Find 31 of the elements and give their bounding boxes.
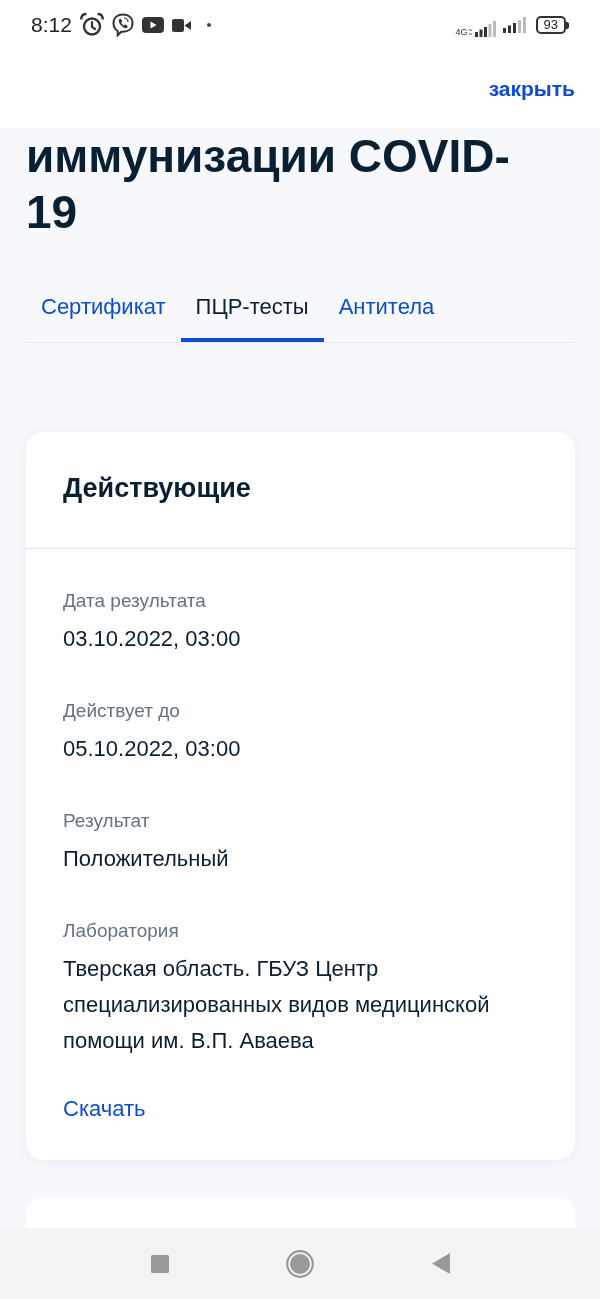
alarm-clock-icon [79, 13, 104, 37]
notification-dot-icon [206, 23, 211, 27]
field-value: Положительный [63, 845, 230, 873]
field-label: Результат [63, 809, 151, 833]
field-value: 03.10.2022, 03:00 [63, 625, 242, 653]
battery-indicator: 93 [535, 16, 569, 34]
field-label: Дата результата [63, 589, 207, 613]
card-title: Действующие [63, 472, 252, 505]
status-time: 8:12 [31, 13, 72, 37]
page-title: иммунизации COVID-19 [26, 129, 511, 240]
square-icon [150, 1254, 169, 1273]
recent-apps-button[interactable] [150, 1254, 169, 1273]
field-value: Тверская область. ГБУЗ Центр специализированных видов медицинской помощи им. В.П. Аваева [63, 955, 491, 1055]
field-label: Лаборатория [63, 919, 180, 943]
field-label: Действует до [63, 699, 181, 723]
phone-bubble-icon [111, 13, 134, 37]
network-type-label: 4G [455, 27, 468, 37]
tab[interactable]: Антитела [323, 280, 450, 342]
tab[interactable]: ПЦР-тесты [180, 280, 324, 342]
triangle-icon [431, 1253, 450, 1274]
home-button[interactable] [285, 1249, 314, 1278]
signal-bars-icon [467, 20, 498, 37]
close-link[interactable]: закрыть [488, 75, 575, 103]
download-link[interactable]: Скачать [63, 1091, 146, 1127]
signal-bars-icon [501, 17, 528, 33]
tab[interactable]: Сертификат [26, 280, 181, 342]
video-play-icon [141, 17, 164, 33]
video-camera-icon [171, 18, 191, 32]
field-value: 05.10.2022, 03:00 [63, 735, 242, 763]
circle-icon [285, 1249, 314, 1278]
back-button[interactable] [431, 1253, 450, 1274]
